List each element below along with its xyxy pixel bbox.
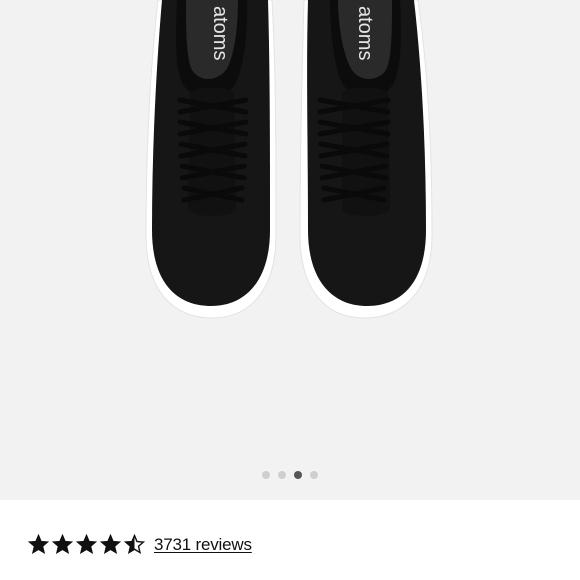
star-full-icon	[76, 534, 97, 555]
left-shoe-brand-mark: atoms	[209, 6, 231, 60]
product-image[interactable]: atoms atoms	[0, 0, 580, 340]
product-image-gallery[interactable]: atoms atoms	[0, 0, 580, 500]
star-half-icon	[124, 534, 145, 555]
star-rating	[28, 534, 145, 555]
carousel-dot-3[interactable]	[294, 471, 302, 479]
carousel-dot-4[interactable]	[310, 471, 318, 479]
star-full-icon	[52, 534, 73, 555]
carousel-dot-1[interactable]	[262, 471, 270, 479]
right-shoe-brand-mark: atoms	[354, 6, 376, 60]
star-full-icon	[100, 534, 121, 555]
carousel-pagination	[0, 471, 580, 479]
reviews-link[interactable]: 3731 reviews	[154, 535, 252, 555]
carousel-dot-2[interactable]	[278, 471, 286, 479]
star-full-icon	[28, 534, 49, 555]
